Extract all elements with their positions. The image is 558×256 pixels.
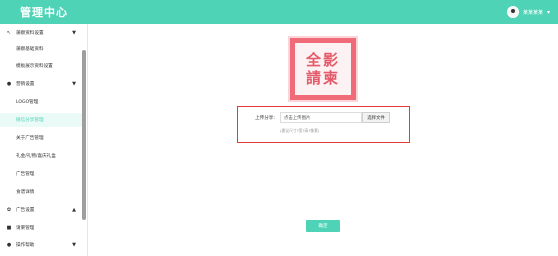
sidebar-item-ad-settings[interactable]: ✿ 广告设置 ▲ (0, 203, 82, 217)
preview-logo-text: 全影請柬 (305, 51, 340, 87)
sidebar-scrollbar[interactable] (82, 50, 86, 220)
square-icon: ■ (6, 225, 12, 231)
sidebar-item-invitation-management[interactable]: ■ 请柬管理 (0, 221, 82, 235)
user-name[interactable]: 某某某某 (523, 9, 543, 16)
app-title: 管理中心 (20, 6, 68, 19)
sidebar-item-help[interactable]: ● 操作帮助 ▼ (0, 238, 82, 252)
sidebar-item-logo[interactable]: LOGO管理 (0, 95, 82, 109)
gear-icon: ✿ (6, 207, 12, 213)
file-path-input[interactable]: 点击上传图片 (280, 112, 362, 123)
sidebar-item-ad-management[interactable]: 广告管理 (0, 167, 82, 181)
sidebar-item-wechat-share[interactable]: 微信分享管理 (0, 113, 82, 127)
sidebar-item-gifts[interactable]: 礼金/礼物/喜庆礼盒 (0, 149, 82, 163)
sidebar-item-basic-info[interactable]: 蒲察基础资料 (0, 42, 82, 56)
top-bar: 管理中心 某某某某 ▾ (0, 0, 558, 24)
upload-label: 上传分享: (255, 116, 275, 121)
question-icon: ● (6, 242, 12, 248)
avatar-icon[interactable] (506, 6, 519, 18)
upload-hint: (建议尺寸?宽?高?像素) (280, 128, 320, 133)
chevron-down-icon: ▼ (72, 81, 76, 87)
sidebar-item-template-display[interactable]: 模板展示资料设置 (0, 59, 82, 73)
confirm-button[interactable]: 确定 (306, 220, 340, 232)
sidebar-item-invitation-settings[interactable]: ↖ 蒲察资料设置 ▼ (0, 26, 82, 40)
sidebar-item-recipe-details[interactable]: 食谱详情 (0, 185, 82, 199)
sidebar: ↖ 蒲察资料设置 ▼ 蒲察基础资料 模板展示资料设置 ● 营销设置 ▼ LOGO… (0, 24, 88, 256)
share-image-preview: 全影請柬 (288, 36, 358, 102)
chevron-down-icon: ▼ (72, 30, 76, 36)
chevron-up-icon: ▲ (72, 207, 76, 213)
sidebar-item-about-ads[interactable]: 关于广告管理 (0, 131, 82, 145)
chevron-down-icon: ▼ (72, 242, 76, 248)
user-menu[interactable]: 某某某某 ▾ (506, 4, 550, 20)
dot-icon: ● (6, 81, 12, 87)
caret-down-icon[interactable]: ▾ (547, 9, 550, 16)
cursor-icon: ↖ (6, 30, 12, 36)
sidebar-item-marketing-settings[interactable]: ● 营销设置 ▼ (0, 77, 82, 91)
choose-file-button[interactable]: 选择文件 (362, 112, 390, 123)
